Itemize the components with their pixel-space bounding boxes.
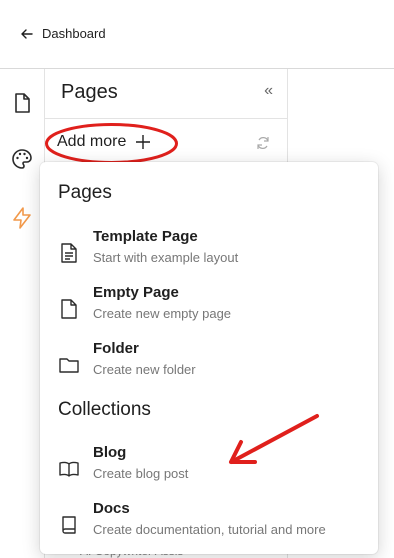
document-icon[interactable] — [10, 91, 34, 115]
add-more-dropdown: Pages Template Page Start with example l… — [40, 162, 378, 554]
collapse-panel-icon[interactable]: « — [264, 82, 273, 100]
menu-item-template-page[interactable]: Template Page Start with example layout — [40, 228, 378, 276]
back-to-dashboard-link[interactable]: Dashboard — [20, 26, 106, 41]
item-title: Folder — [93, 340, 139, 357]
item-title: Template Page — [93, 228, 198, 245]
item-description: Create blog post — [93, 466, 189, 481]
item-description: Create documentation, tutorial and more — [93, 522, 326, 537]
section-title-collections: Collections — [58, 399, 151, 420]
lightning-icon[interactable] — [10, 206, 34, 230]
book-icon — [62, 516, 76, 534]
item-description: Create new folder — [93, 362, 196, 377]
item-title: Docs — [93, 500, 130, 517]
annotation-ellipse — [45, 123, 178, 164]
menu-item-empty-page[interactable]: Empty Page Create new empty page — [40, 284, 378, 332]
section-title-pages: Pages — [58, 182, 112, 203]
item-description: Start with example layout — [93, 250, 239, 265]
arrow-left-icon — [21, 28, 33, 39]
panel-header: Pages « — [44, 69, 287, 119]
back-label: Dashboard — [42, 26, 106, 41]
folder-icon — [59, 358, 79, 373]
menu-item-docs[interactable]: Docs Create documentation, tutorial and … — [40, 500, 378, 548]
book-open-icon — [59, 461, 79, 477]
item-description: Create new empty page — [93, 306, 232, 321]
template-page-icon — [61, 243, 77, 263]
top-bar: Dashboard — [0, 0, 394, 69]
menu-item-blog[interactable]: Blog Create blog post — [40, 444, 378, 492]
empty-page-icon — [61, 299, 77, 319]
menu-item-folder[interactable]: Folder Create new folder — [40, 340, 378, 388]
refresh-icon[interactable] — [255, 135, 271, 151]
left-rail — [0, 69, 45, 558]
palette-icon[interactable] — [10, 147, 34, 171]
annotation-arrow — [229, 414, 319, 464]
item-title: Empty Page — [93, 284, 179, 301]
panel-title: Pages — [61, 81, 118, 103]
item-title: Blog — [93, 444, 127, 461]
